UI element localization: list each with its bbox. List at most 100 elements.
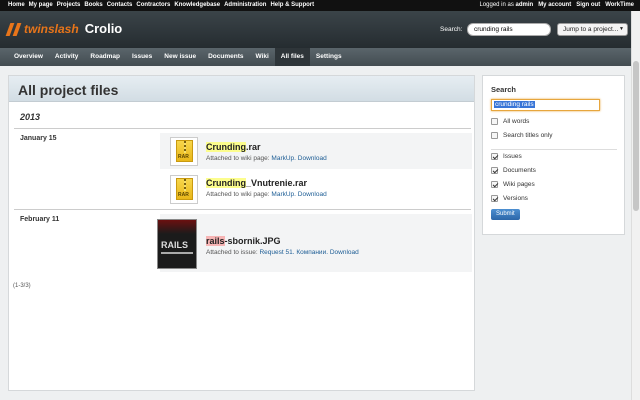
jump-to-project-select[interactable]: Jump to a project... ▼: [557, 23, 628, 36]
download-link[interactable]: Download: [298, 191, 327, 198]
jump-to-project-label: Jump to a project...: [563, 26, 619, 33]
top-menu-my-page[interactable]: My page: [29, 0, 53, 11]
attachment-info: Attached to wiki page: MarkUp. Download: [206, 191, 327, 198]
download-link[interactable]: Download: [330, 249, 359, 256]
top-menu: Home My page Projects Books Contacts Con…: [8, 0, 318, 11]
top-menu-contractors[interactable]: Contractors: [136, 0, 170, 11]
tab-new-issue[interactable]: New issue: [158, 48, 202, 66]
all-words-checkbox[interactable]: All words: [491, 118, 529, 125]
sidebar: Search crunding rails All words Search t…: [482, 75, 625, 235]
checkbox-checked-icon: [491, 195, 498, 202]
top-menu-books[interactable]: Books: [84, 0, 102, 11]
search-highlight: Crunding: [206, 142, 246, 152]
attached-prefix: Attached to wiki page:: [206, 155, 270, 162]
attached-to-link[interactable]: Request 51. Компании.: [259, 249, 328, 256]
top-menu-home[interactable]: Home: [8, 0, 25, 11]
tab-settings[interactable]: Settings: [310, 48, 348, 66]
option-label: All words: [503, 118, 530, 125]
option-label: Versions: [503, 195, 528, 202]
issues-checkbox[interactable]: Issues: [491, 153, 522, 160]
quick-search-label: Search:: [440, 26, 463, 33]
slashes-logo-icon: [5, 22, 22, 36]
file-row: RAILS rails-sbornik.JPG Attached to issu…: [157, 214, 472, 272]
checkbox-checked-icon: [491, 153, 498, 160]
download-link[interactable]: Download: [298, 155, 327, 162]
rar-archive-icon[interactable]: RAR: [170, 137, 198, 166]
attachment-info: Attached to wiki page: MarkUp. Download: [206, 155, 327, 162]
search-input[interactable]: crunding rails: [491, 99, 600, 111]
quick-search-input[interactable]: [467, 23, 551, 36]
attached-prefix: Attached to wiki page:: [206, 191, 270, 198]
file-row: RAR Crunding_Vnutrenie.rar Attached to w…: [160, 171, 472, 207]
tab-all-files[interactable]: All files: [274, 48, 310, 66]
my-account-link[interactable]: My account: [538, 0, 571, 11]
file-name-link[interactable]: rails-sbornik.JPG: [206, 236, 281, 246]
titles-only-checkbox[interactable]: Search titles only: [491, 132, 553, 139]
scrollbar[interactable]: [631, 11, 640, 400]
top-bar: Home My page Projects Books Contacts Con…: [0, 0, 640, 11]
attached-to-link[interactable]: MarkUp.: [271, 155, 296, 162]
top-menu-knowledgebase[interactable]: Knowledgebase: [174, 0, 220, 11]
checkbox-checked-icon: [491, 181, 498, 188]
versions-checkbox[interactable]: Versions: [491, 195, 528, 202]
attachment-info: Attached to issue: Request 51. Компании.…: [206, 249, 359, 256]
year-heading: 2013: [20, 112, 41, 122]
sign-out-link[interactable]: Sign out: [576, 0, 600, 11]
divider: [491, 149, 617, 150]
tab-documents[interactable]: Documents: [202, 48, 249, 66]
dropdown-arrow-icon: ▼: [619, 26, 624, 32]
top-menu-contacts[interactable]: Contacts: [107, 0, 133, 11]
file-name-rest: -sbornik.JPG: [224, 236, 281, 246]
divider: [14, 128, 471, 129]
logged-in-user[interactable]: admin: [516, 2, 534, 8]
tab-roadmap[interactable]: Roadmap: [84, 48, 126, 66]
worktime-link[interactable]: WorkTime: [605, 0, 634, 11]
rails-book-thumbnail[interactable]: RAILS: [157, 219, 197, 269]
file-name-rest: _Vnutrenie.rar: [246, 178, 308, 188]
divider: [14, 209, 471, 210]
wiki-pages-checkbox[interactable]: Wiki pages: [491, 181, 535, 188]
file-name-link[interactable]: Crunding.rar: [206, 142, 261, 152]
tab-issues[interactable]: Issues: [126, 48, 158, 66]
project-name: Crolio: [84, 21, 123, 36]
tab-wiki[interactable]: Wiki: [249, 48, 274, 66]
content-header: All project files: [9, 76, 474, 102]
option-label: Search titles only: [503, 132, 553, 139]
file-name-rest: .rar: [246, 142, 261, 152]
option-label: Issues: [503, 153, 522, 160]
date-heading: February 11: [20, 216, 60, 223]
search-highlight: rails: [206, 236, 225, 246]
documents-checkbox[interactable]: Documents: [491, 167, 536, 174]
logged-in-prefix: Logged in as: [479, 2, 514, 8]
search-highlight: Crunding: [206, 178, 246, 188]
checkbox-checked-icon: [491, 167, 498, 174]
account-menu: Logged in as admin My account Sign out W…: [469, 0, 634, 11]
search-input-value: crunding rails: [494, 101, 535, 108]
top-menu-administration[interactable]: Administration: [224, 0, 266, 11]
tab-activity[interactable]: Activity: [49, 48, 84, 66]
page-title: All project files: [18, 82, 119, 98]
pagination-info: (1-3/3): [13, 283, 31, 289]
top-menu-projects[interactable]: Projects: [57, 0, 81, 11]
checkbox-icon: [491, 118, 498, 125]
project-header: twinslash Crolio Search: Jump to a proje…: [0, 11, 640, 48]
scrollbar-thumb[interactable]: [633, 61, 639, 211]
option-label: Documents: [503, 167, 536, 174]
attached-prefix: Attached to issue:: [206, 249, 258, 256]
file-row: RAR Crunding.rar Attached to wiki page: …: [160, 133, 472, 169]
tab-overview[interactable]: Overview: [8, 48, 49, 66]
book-cover-title: RAILS: [161, 240, 188, 250]
attached-to-link[interactable]: MarkUp.: [271, 191, 296, 198]
option-label: Wiki pages: [503, 181, 535, 188]
main-menu: Overview Activity Roadmap Issues New iss…: [0, 48, 640, 66]
submit-button[interactable]: Submit: [491, 209, 520, 220]
rar-archive-icon[interactable]: RAR: [170, 175, 198, 204]
logo[interactable]: twinslash Crolio: [5, 21, 123, 36]
date-heading: January 15: [20, 135, 57, 142]
checkbox-icon: [491, 132, 498, 139]
top-menu-help-support[interactable]: Help & Support: [270, 0, 314, 11]
logged-in-status: Logged in as admin: [474, 0, 533, 11]
sidebar-title: Search: [491, 85, 517, 94]
file-name-link[interactable]: Crunding_Vnutrenie.rar: [206, 178, 307, 188]
brand-name: twinslash: [24, 21, 79, 36]
